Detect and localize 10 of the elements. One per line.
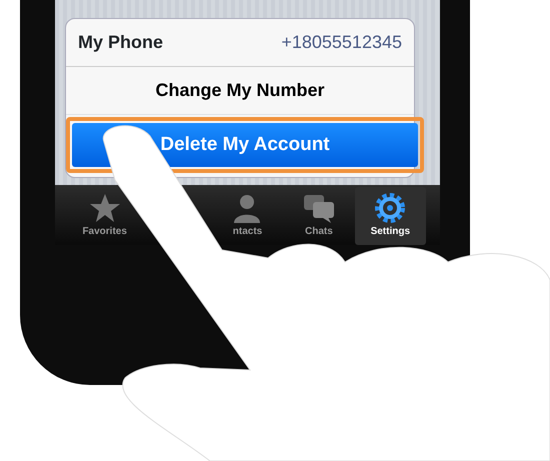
tab-bar-item[interactable]: Chats [283, 187, 355, 245]
phone-number: +18055512345 [281, 31, 402, 54]
settings-icon [374, 192, 406, 224]
change-number-button[interactable]: Change My Number [66, 67, 414, 115]
tab-bar-item[interactable]: Settings [354, 187, 426, 245]
chat-icon [302, 192, 335, 224]
star-icon [88, 192, 121, 224]
tab-bar-item[interactable]: Favorites [69, 187, 140, 245]
tab-bar-item[interactable]: ntacts [212, 187, 284, 245]
setting-label: My Phone [78, 31, 164, 54]
